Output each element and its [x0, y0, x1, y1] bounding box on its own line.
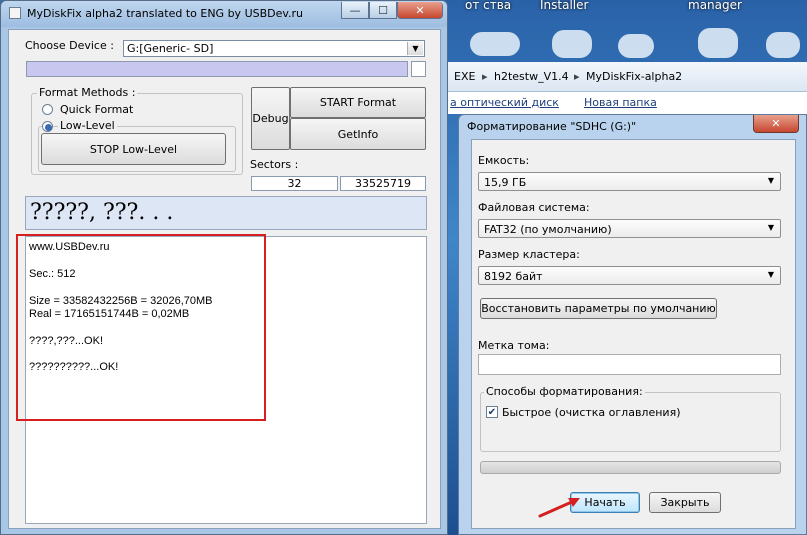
- device-select[interactable]: G:[Generic- SD] ▼: [123, 40, 425, 57]
- sectors-label: Sectors :: [250, 158, 299, 171]
- restore-defaults-button[interactable]: Восстановить параметры по умолчанию: [480, 298, 717, 319]
- format-methods-label: Format Methods :: [37, 86, 138, 99]
- filesystem-select[interactable]: FAT32 (по умолчанию) ▼: [478, 219, 781, 238]
- progress-bar: [26, 61, 408, 77]
- close-button[interactable]: ✕: [397, 2, 443, 19]
- annotation-highlight: [16, 234, 266, 421]
- getinfo-button[interactable]: GetInfo: [290, 118, 426, 150]
- progress-fill: [27, 62, 407, 76]
- low-level-radio[interactable]: [42, 121, 53, 132]
- capacity-label: Емкость:: [478, 154, 530, 167]
- format-dialog-title: Форматирование "SDHC (G:)": [467, 120, 637, 133]
- volume-label: Метка тома:: [478, 339, 550, 352]
- chevron-down-icon: ▼: [767, 176, 774, 185]
- close-icon: ✕: [415, 3, 425, 17]
- format-progress-bar: [480, 461, 781, 474]
- breadcrumb-item[interactable]: MyDiskFix-alpha2: [586, 70, 682, 83]
- desktop-icon[interactable]: [618, 34, 654, 58]
- quick-format-label[interactable]: Quick Format: [60, 103, 133, 116]
- quick-format-checkbox[interactable]: ✔: [486, 406, 498, 418]
- maximize-icon: ☐: [378, 3, 388, 17]
- breadcrumb-item[interactable]: EXE: [454, 70, 475, 83]
- debug-button[interactable]: Debug: [251, 87, 290, 150]
- capacity-select[interactable]: 15,9 ГБ ▼: [478, 172, 781, 191]
- desktop-label: Installer: [540, 0, 589, 12]
- format-methods-group: [480, 392, 781, 452]
- minimize-button[interactable]: —: [341, 2, 369, 19]
- format-dialog-client: Емкость: 15,9 ГБ ▼ Файловая система: FAT…: [471, 139, 796, 529]
- explorer-toolbar: а оптический диск Новая папка: [448, 92, 807, 114]
- format-dialog-window: Форматирование "SDHC (G:)" ✕ Емкость: 15…: [458, 114, 807, 535]
- title-bar[interactable]: MyDiskFix alpha2 translated to ENG by US…: [1, 1, 447, 27]
- window-title: MyDiskFix alpha2 translated to ENG by US…: [27, 7, 304, 20]
- desktop-icon[interactable]: [552, 30, 592, 58]
- desktop-icon[interactable]: [698, 28, 738, 58]
- chevron-right-icon: ▸: [574, 70, 580, 83]
- desktop-icon[interactable]: [766, 32, 800, 58]
- minimize-icon: —: [349, 3, 361, 17]
- cluster-select[interactable]: 8192 байт ▼: [478, 266, 781, 285]
- desktop-label: от ства: [465, 0, 512, 12]
- close-button[interactable]: Закрыть: [649, 492, 721, 513]
- desktop-label: manager: [688, 0, 742, 12]
- format-close-button[interactable]: ✕: [753, 115, 799, 133]
- status-panel: ?????, ???. . .: [25, 196, 427, 230]
- breadcrumb-item[interactable]: h2testw_V1.4: [494, 70, 569, 83]
- close-icon: ✕: [771, 117, 781, 130]
- stop-low-level-button[interactable]: STOP Low-Level: [41, 133, 226, 165]
- start-format-button[interactable]: START Format: [290, 87, 426, 118]
- chevron-down-icon[interactable]: ▼: [407, 42, 423, 55]
- toolbar-link[interactable]: Новая папка: [584, 96, 657, 109]
- maximize-button[interactable]: ☐: [369, 2, 397, 19]
- fs-label: Файловая система:: [478, 201, 590, 214]
- cluster-label: Размер кластера:: [478, 248, 580, 261]
- capacity-value: 15,9 ГБ: [484, 176, 527, 189]
- low-level-label[interactable]: Low-Level: [58, 119, 117, 132]
- checkmark-icon: ✔: [487, 406, 497, 418]
- annotation-arrow: [538, 498, 580, 518]
- chevron-down-icon: ▼: [767, 223, 774, 232]
- filesystem-value: FAT32 (по умолчанию): [484, 223, 612, 236]
- desktop-icon[interactable]: [470, 32, 520, 56]
- cluster-value: 8192 байт: [484, 270, 543, 283]
- toolbar-link[interactable]: а оптический диск: [450, 96, 559, 109]
- device-select-value: G:[Generic- SD]: [127, 42, 214, 55]
- explorer-address-bar[interactable]: EXE ▸ h2testw_V1.4 ▸ MyDiskFix-alpha2: [448, 62, 807, 92]
- format-methods-label: Способы форматирования:: [484, 385, 645, 398]
- progress-end-box: [411, 61, 426, 77]
- choose-device-label: Choose Device :: [25, 39, 114, 52]
- chevron-right-icon: ▸: [482, 70, 488, 83]
- chevron-down-icon: ▼: [767, 270, 774, 279]
- sectors-start-field[interactable]: 32: [251, 176, 338, 191]
- sectors-end-field[interactable]: 33525719: [340, 176, 426, 191]
- status-text: ?????, ???. . .: [30, 200, 174, 225]
- volume-label-input[interactable]: [478, 354, 781, 375]
- app-icon: [9, 7, 21, 19]
- quick-format-label[interactable]: Быстрое (очистка оглавления): [502, 406, 680, 419]
- quick-format-radio[interactable]: [42, 104, 53, 115]
